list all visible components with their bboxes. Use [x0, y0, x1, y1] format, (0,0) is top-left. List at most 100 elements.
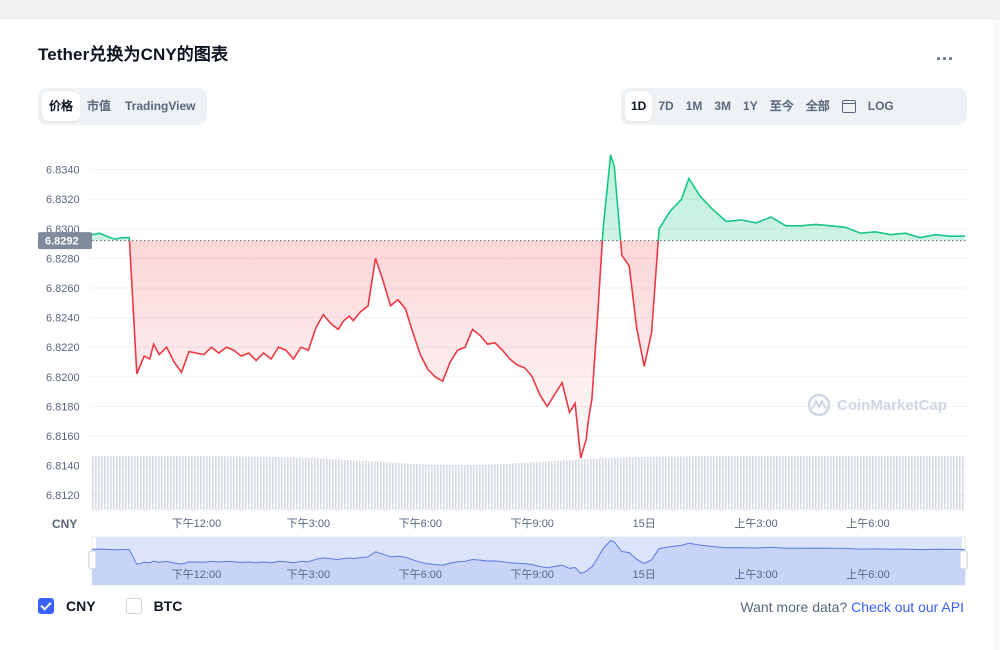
volume-bar: [911, 456, 913, 510]
volume-bar: [653, 456, 655, 510]
volume-bar: [863, 456, 865, 510]
volume-bar: [890, 456, 892, 510]
volume-bar: [893, 456, 895, 510]
volume-bar: [623, 457, 625, 510]
volume-bar: [401, 463, 403, 510]
volume-bar: [476, 464, 478, 510]
cny-checkbox[interactable]: [38, 598, 54, 614]
volume-bar: [530, 462, 532, 510]
volume-bar: [440, 464, 442, 510]
volume-bar: [509, 463, 511, 510]
navigator-tick-label: 下午6:00: [399, 568, 442, 581]
volume-bar: [758, 456, 760, 510]
volume-bar: [617, 457, 619, 510]
volume-bar: [341, 459, 343, 510]
volume-bar: [353, 460, 355, 510]
volume-bar: [656, 456, 658, 510]
volume-bar: [779, 456, 781, 510]
price-chart[interactable]: 6.83406.83206.83006.82806.82606.82406.82…: [0, 0, 1000, 650]
volume-bar: [182, 456, 184, 510]
volume-bar: [161, 456, 163, 510]
volume-bar: [917, 456, 919, 510]
api-link[interactable]: Check out our API: [851, 599, 964, 615]
volume-bar: [665, 456, 667, 510]
volume-bar: [632, 457, 634, 510]
volume-bar: [485, 464, 487, 510]
volume-bar: [926, 456, 928, 510]
y-tick-label: 6.8240: [46, 313, 80, 325]
volume-bar: [527, 462, 529, 510]
volume-bar: [533, 462, 535, 510]
volume-bar: [248, 456, 250, 510]
volume-bar: [902, 456, 904, 510]
volume-bar: [743, 456, 745, 510]
volume-bar: [671, 456, 673, 510]
navigator-left-handle[interactable]: [88, 550, 97, 570]
volume-bar: [596, 458, 598, 510]
volume-bar: [587, 458, 589, 510]
volume-bar: [155, 456, 157, 510]
volume-bar: [824, 456, 826, 510]
volume-bar: [788, 456, 790, 510]
y-tick-label: 6.8260: [46, 283, 80, 295]
volume-bar: [221, 456, 223, 510]
watermark-text: CoinMarketCap: [837, 397, 947, 414]
volume-bar: [899, 456, 901, 510]
volume-bar: [812, 456, 814, 510]
volume-bar: [560, 460, 562, 510]
volume-bar: [464, 464, 466, 510]
volume-bar: [920, 456, 922, 510]
volume-bar: [167, 456, 169, 510]
volume-bar: [929, 456, 931, 510]
navigator-tick-label: 15日: [633, 569, 656, 581]
volume-bar: [575, 459, 577, 510]
cny-toggle-label[interactable]: CNY: [66, 598, 96, 614]
volume-bar: [185, 456, 187, 510]
volume-bar: [776, 456, 778, 510]
volume-bar: [296, 457, 298, 510]
y-tick-label: 6.8160: [46, 431, 80, 443]
volume-bar: [305, 457, 307, 510]
volume-bar: [815, 456, 817, 510]
y-tick-label: 6.8140: [46, 461, 80, 473]
volume-bar: [506, 463, 508, 510]
volume-bar: [752, 456, 754, 510]
y-unit-label: CNY: [52, 517, 77, 531]
volume-bar: [896, 456, 898, 510]
volume-bar: [827, 456, 829, 510]
volume-bar: [362, 460, 364, 510]
volume-bar: [515, 463, 517, 510]
volume-bar: [542, 461, 544, 510]
volume-bar: [860, 456, 862, 510]
btc-checkbox[interactable]: [125, 598, 142, 614]
volume-bar: [551, 461, 553, 510]
volume-bar: [311, 458, 313, 510]
volume-bar: [884, 456, 886, 510]
navigator-right-handle[interactable]: [959, 550, 968, 570]
volume-bar: [191, 456, 193, 510]
volume-bar: [605, 458, 607, 510]
volume-bar: [446, 464, 448, 510]
volume-bar: [839, 456, 841, 510]
volume-bar: [800, 456, 802, 510]
volume-bar: [470, 464, 472, 510]
volume-bar: [833, 456, 835, 510]
volume-bar: [857, 456, 859, 510]
volume-bar: [179, 456, 181, 510]
volume-bar: [263, 456, 265, 510]
volume-bar: [794, 456, 796, 510]
volume-bar: [626, 457, 628, 510]
volume-bar: [197, 456, 199, 510]
navigator[interactable]: 下午12:00 下午3:00 下午6:00 下午9:00 15日 上午3:00 上午6:00: [88, 536, 968, 586]
volume-bar: [881, 456, 883, 510]
volume-bar: [473, 464, 475, 510]
btc-toggle-label[interactable]: BTC: [154, 598, 183, 614]
volume-bar: [518, 463, 520, 510]
volume-bar: [110, 456, 112, 510]
volume-bar: [104, 456, 106, 510]
y-tick-label: 6.8320: [46, 194, 80, 206]
volume-bar: [251, 456, 253, 510]
volume-bar: [650, 456, 652, 510]
volume-bar: [572, 459, 574, 510]
volume-bar: [842, 456, 844, 510]
